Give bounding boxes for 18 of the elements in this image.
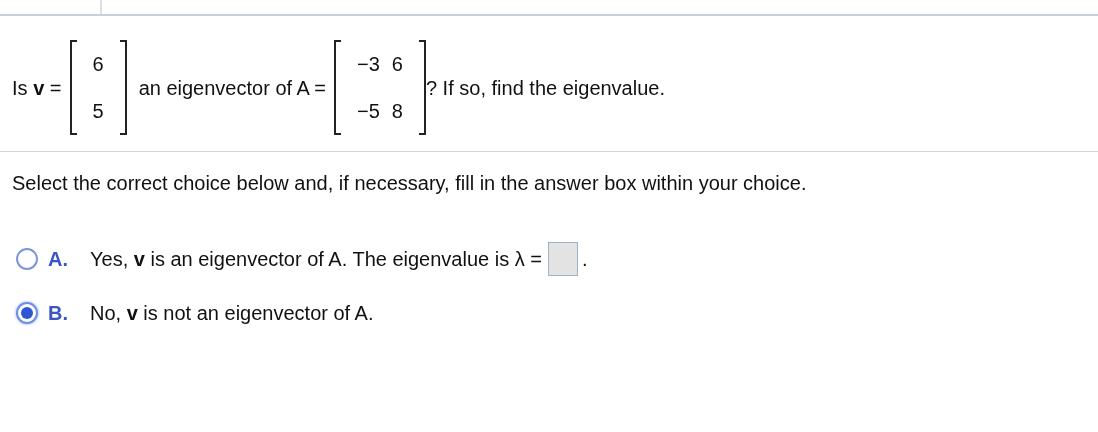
- question-text: an eigenvector of A =: [138, 75, 326, 101]
- radio-button[interactable]: [16, 302, 38, 324]
- matrix-entry: 8: [391, 99, 403, 125]
- matrix-entry: −5: [357, 99, 380, 125]
- answer-box[interactable]: [548, 242, 578, 276]
- matrix-entry: −3: [357, 51, 380, 77]
- matrix-entry: 5: [92, 99, 104, 125]
- question-text: Is v =: [12, 75, 62, 101]
- choice-text: No, v is not an eigenvector of A.: [90, 301, 374, 326]
- choice-letter: A.: [48, 247, 69, 272]
- period-text: .: [582, 247, 588, 272]
- choice-text: Yes, v is an eigenvector of A. The eigenvalue is λ =: [90, 247, 542, 272]
- choice-letter: B.: [48, 301, 69, 326]
- instruction-text: Select the correct choice below and, if necessary, fill in the answer box within your choice.: [12, 172, 807, 194]
- matrix-entry: 6: [92, 51, 104, 77]
- radio-button[interactable]: [16, 248, 38, 270]
- matrix-entry: 6: [391, 51, 403, 77]
- question-text: ? If so, find the eigenvalue.: [425, 75, 665, 101]
